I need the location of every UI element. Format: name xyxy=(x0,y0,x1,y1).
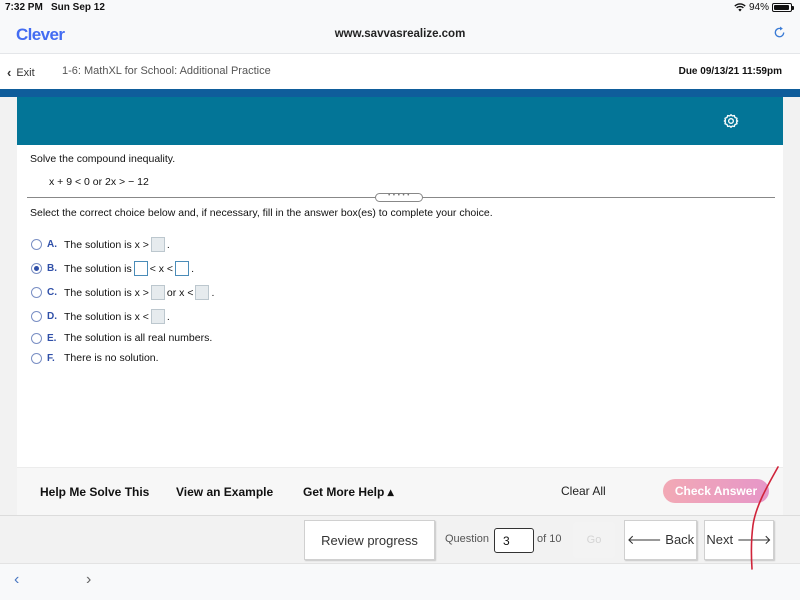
choice-c[interactable]: C. The solution is x > or x < . xyxy=(31,285,214,300)
battery-fill xyxy=(774,5,790,10)
view-example-button[interactable]: View an Example xyxy=(176,485,273,499)
browser-forward-icon[interactable]: › xyxy=(86,571,91,589)
choice-letter: B. xyxy=(47,263,57,274)
question-total: of 10 xyxy=(537,533,562,545)
choice-text: The solution is all real numbers. xyxy=(64,332,213,344)
choice-text-part: The solution is x > xyxy=(64,238,149,251)
wifi-icon xyxy=(734,3,746,12)
question-prompt: Solve the compound inequality. xyxy=(30,153,176,165)
answer-box[interactable] xyxy=(150,285,165,300)
choice-e-radio[interactable] xyxy=(31,332,42,344)
choice-text-part: The solution is xyxy=(64,262,132,275)
gear-icon[interactable] xyxy=(723,113,739,129)
choice-text: The solution is x > or x < . xyxy=(64,285,214,300)
choice-letter: C. xyxy=(47,287,57,298)
choice-e[interactable]: E. The solution is all real numbers. xyxy=(31,332,212,344)
question-navigation: Review progress Question of 10 Go 🡐 Back… xyxy=(0,515,800,563)
battery-icon xyxy=(772,3,794,12)
choice-text: The solution is < x < . xyxy=(64,261,194,276)
choice-b-radio-selected[interactable] xyxy=(31,263,42,274)
status-bar: 7:32 PM Sun Sep 12 94% xyxy=(0,0,800,18)
choice-b[interactable]: B. The solution is < x < . xyxy=(31,261,194,276)
assignment-title: 1-6: MathXL for School: Additional Pract… xyxy=(62,65,271,77)
exit-button[interactable]: ‹ Exit xyxy=(7,65,35,80)
choice-letter: E. xyxy=(47,332,57,344)
choice-a[interactable]: A. The solution is x > . xyxy=(31,237,170,252)
answer-box-lower[interactable] xyxy=(133,261,148,276)
divider-resize-handle[interactable]: • • • • • xyxy=(375,193,423,202)
question-number-input[interactable] xyxy=(494,528,534,553)
choice-f-radio[interactable] xyxy=(31,352,42,364)
choice-c-radio[interactable] xyxy=(31,287,42,298)
answer-box-upper[interactable] xyxy=(175,261,190,276)
choice-text-part: The solution is x > xyxy=(64,286,149,299)
due-date: Due 09/13/21 11:59pm xyxy=(678,66,782,77)
question-instruction: Select the correct choice below and, if … xyxy=(30,207,493,219)
choice-text: There is no solution. xyxy=(64,352,159,364)
choice-text-part: The solution is x < xyxy=(64,310,149,323)
choice-text: The solution is x > . xyxy=(64,237,170,252)
help-bar: Help Me Solve This View an Example Get M… xyxy=(17,467,783,515)
answer-box[interactable] xyxy=(150,309,165,324)
choice-text-part: or x < xyxy=(166,286,194,299)
help-me-solve-button[interactable]: Help Me Solve This xyxy=(40,485,149,499)
assignment-header: ‹ Exit 1-6: MathXL for School: Additiona… xyxy=(0,54,800,89)
browser-back-icon[interactable]: ‹ xyxy=(14,571,19,589)
choice-text-part: . xyxy=(191,262,194,275)
browser-bottom-bar: ‹ › xyxy=(0,563,800,600)
choice-d[interactable]: D. The solution is x < . xyxy=(31,309,170,324)
choice-letter: F. xyxy=(47,352,55,364)
answer-box[interactable] xyxy=(195,285,210,300)
back-button[interactable]: 🡐 Back xyxy=(624,520,697,560)
panel-header xyxy=(17,97,783,145)
next-button[interactable]: Next 🡒 xyxy=(704,520,774,560)
choice-text-part: . xyxy=(166,238,170,251)
answer-box[interactable] xyxy=(150,237,165,252)
header-accent-strip xyxy=(0,89,800,97)
question-label: Question xyxy=(445,533,490,545)
chevron-left-icon: ‹ xyxy=(7,65,12,80)
battery-percent: 94% xyxy=(748,2,769,13)
go-button[interactable]: Go xyxy=(573,522,615,558)
choice-text-part: < x < xyxy=(149,262,174,275)
review-progress-button[interactable]: Review progress xyxy=(304,520,435,560)
get-more-help-button[interactable]: Get More Help ▴ xyxy=(303,485,394,499)
question-equation: x + 9 < 0 or 2x > − 12 xyxy=(49,176,149,188)
choice-a-radio[interactable] xyxy=(31,239,42,250)
choice-text-part: . xyxy=(211,286,215,299)
choice-letter: A. xyxy=(47,239,57,250)
choice-d-radio[interactable] xyxy=(31,311,42,322)
choice-text-part: . xyxy=(166,310,170,323)
check-answer-button[interactable]: Check Answer xyxy=(663,479,769,503)
exit-label: Exit xyxy=(16,66,35,79)
clear-all-button[interactable]: Clear All xyxy=(561,484,606,498)
url-display[interactable]: www.savvasrealize.com xyxy=(0,28,800,40)
choice-letter: D. xyxy=(47,311,57,322)
question-panel: Solve the compound inequality. x + 9 < 0… xyxy=(17,97,783,467)
choice-f[interactable]: F. There is no solution. xyxy=(31,352,159,364)
browser-bar: Clever www.savvasrealize.com xyxy=(0,18,800,54)
status-indicators: 94% xyxy=(734,2,794,13)
choice-text: The solution is x < . xyxy=(64,309,170,324)
status-date: Sun Sep 12 xyxy=(51,2,105,13)
reload-icon[interactable] xyxy=(773,26,786,39)
status-time: 7:32 PM xyxy=(5,2,43,13)
